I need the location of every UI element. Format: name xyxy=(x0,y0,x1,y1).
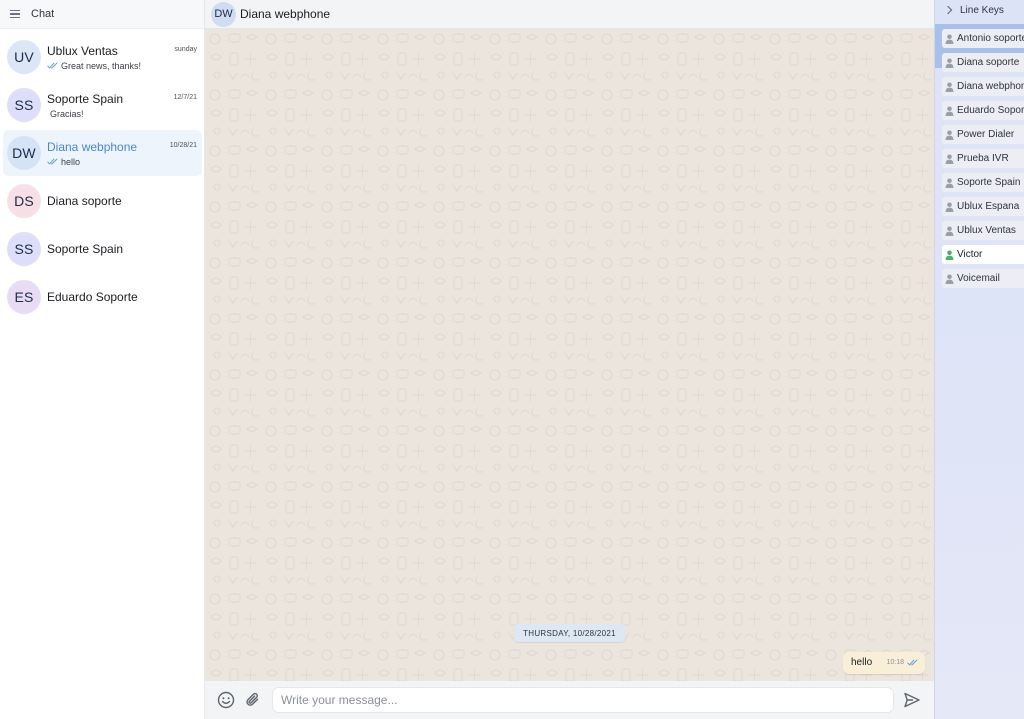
person-icon xyxy=(945,178,954,188)
avatar: DW xyxy=(7,136,41,170)
person-icon xyxy=(945,130,954,140)
line-key-label: Diana webphone xyxy=(957,81,1024,92)
person-icon xyxy=(945,106,954,116)
line-keys-title: Line Keys xyxy=(960,4,1004,16)
chat-name: Soporte Spain xyxy=(47,242,124,256)
avatar[interactable]: DW xyxy=(211,1,236,27)
line-key-label: Victor xyxy=(957,249,983,260)
double-check-icon xyxy=(47,158,58,165)
avatar: ES xyxy=(7,280,41,314)
outgoing-message-bubble[interactable]: hello 10:18 xyxy=(843,652,925,674)
line-key-label: Eduardo Soporte xyxy=(957,105,1024,116)
person-icon xyxy=(945,226,954,236)
avatar: SS xyxy=(7,232,41,266)
conversation-header: DW Diana webphone xyxy=(205,0,934,29)
chat-sidebar: Chat UV Ublux Ventas Great news, thanks!… xyxy=(0,0,205,719)
chat-time: 10/28/21 xyxy=(169,142,197,149)
line-key-eduardo-soporte[interactable]: Eduardo Soporte xyxy=(942,101,1024,120)
person-online-icon xyxy=(945,250,954,260)
line-key-label: Voicemail xyxy=(957,273,1000,284)
line-key-prueba-ivr[interactable]: Prueba IVR xyxy=(942,149,1024,168)
double-check-icon xyxy=(47,62,58,69)
sidebar-title: Chat xyxy=(31,8,55,20)
line-key-label: Ublux Ventas xyxy=(957,225,1016,236)
chat-item-ublux-ventas[interactable]: UV Ublux Ventas Great news, thanks! sund… xyxy=(3,34,202,80)
line-key-label: Ublux Espana xyxy=(957,201,1020,212)
line-key-soporte-spain[interactable]: Soporte Spain xyxy=(942,173,1024,192)
chat-item-diana-soporte[interactable]: DS Diana soporte xyxy=(3,178,202,224)
person-icon xyxy=(945,58,954,68)
chat-wallpaper-pattern xyxy=(205,29,934,681)
chat-preview: hello xyxy=(61,156,81,167)
conversation-panel: DW Diana webphone THURSDAY, 10/28/2021 h… xyxy=(205,0,934,719)
chat-name: Diana soporte xyxy=(47,194,122,208)
chevron-right-icon[interactable] xyxy=(943,5,953,15)
chat-preview: Gracias! xyxy=(50,108,84,119)
chat-preview: Great news, thanks! xyxy=(61,60,142,71)
conversation-title[interactable]: Diana webphone xyxy=(240,7,330,21)
line-key-label: Power Dialer xyxy=(957,129,1015,140)
message-input[interactable] xyxy=(272,687,894,713)
line-key-label: Antonio soporte xyxy=(957,33,1024,44)
emoji-icon[interactable] xyxy=(216,690,236,710)
message-time: 10:18 xyxy=(886,659,904,666)
paperclip-icon[interactable] xyxy=(243,690,263,710)
line-key-antonio-soporte[interactable]: Antonio soporte xyxy=(942,29,1024,48)
chat-name: Eduardo Soporte xyxy=(47,290,138,304)
message-text: hello xyxy=(851,657,873,668)
line-key-label: Prueba IVR xyxy=(957,153,1009,164)
chat-item-soporte-spain-2[interactable]: SS Soporte Spain xyxy=(3,226,202,272)
line-key-label: Soporte Spain xyxy=(957,177,1021,188)
chat-item-eduardo-soporte[interactable]: ES Eduardo Soporte xyxy=(3,274,202,320)
line-key-label: Diana soporte xyxy=(957,57,1020,68)
menu-icon[interactable] xyxy=(10,10,20,18)
person-icon xyxy=(945,34,954,44)
line-key-victor[interactable]: Victor xyxy=(942,245,1024,264)
avatar: SS xyxy=(7,88,41,122)
chat-time: sunday xyxy=(174,46,197,53)
chat-item-diana-webphone[interactable]: DW Diana webphone hello 10/28/21 xyxy=(3,130,202,176)
person-icon xyxy=(945,274,954,284)
double-check-icon xyxy=(907,659,918,666)
date-separator: THURSDAY, 10/28/2021 xyxy=(514,624,625,642)
avatar: DS xyxy=(7,184,41,218)
line-key-power-dialer[interactable]: Power Dialer xyxy=(942,125,1024,144)
chat-time: 12/7/21 xyxy=(173,94,197,101)
message-composer xyxy=(205,681,934,719)
message-area[interactable]: THURSDAY, 10/28/2021 hello 10:18 xyxy=(205,29,934,681)
chat-item-soporte-spain[interactable]: SS Soporte Spain Gracias! 12/7/21 xyxy=(3,82,202,128)
line-key-diana-webphone[interactable]: Diana webphone xyxy=(942,77,1024,96)
line-key-ublux-espana[interactable]: Ublux Espana xyxy=(942,197,1024,216)
line-keys-panel: Line Keys Antonio soporte Diana soporte … xyxy=(934,0,1024,719)
line-keys-header[interactable]: Line Keys xyxy=(935,0,1024,20)
sidebar-header: Chat xyxy=(0,0,204,29)
person-icon xyxy=(945,202,954,212)
line-key-diana-soporte[interactable]: Diana soporte xyxy=(942,53,1024,72)
line-key-voicemail[interactable]: Voicemail xyxy=(942,269,1024,288)
person-icon xyxy=(945,154,954,164)
person-icon xyxy=(945,82,954,92)
avatar: UV xyxy=(7,40,41,74)
line-key-ublux-ventas[interactable]: Ublux Ventas xyxy=(942,221,1024,240)
send-icon[interactable] xyxy=(902,690,922,710)
